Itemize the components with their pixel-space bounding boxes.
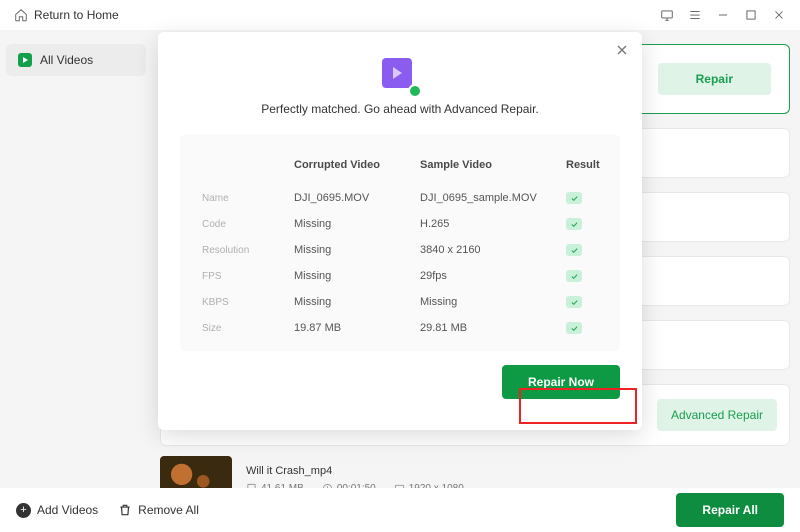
return-home-link[interactable]: Return to Home xyxy=(14,8,119,22)
modal-message: Perfectly matched. Go ahead with Advance… xyxy=(180,102,620,116)
topbar: Return to Home xyxy=(0,0,800,30)
cell-result xyxy=(566,270,606,282)
check-icon xyxy=(566,192,582,204)
cell-result xyxy=(566,296,606,308)
check-icon xyxy=(566,322,582,334)
cell-result xyxy=(566,218,606,230)
table-row: KBPS Missing Missing xyxy=(202,289,598,315)
cell-corrupted: DJI_0695.MOV xyxy=(294,192,414,204)
column-header-sample: Sample Video xyxy=(420,159,560,171)
home-icon xyxy=(14,8,28,22)
repair-now-button[interactable]: Repair Now xyxy=(502,365,620,399)
cell-corrupted: 19.87 MB xyxy=(294,322,414,334)
video-title: Will it Crash_mp4 xyxy=(246,465,464,477)
check-icon xyxy=(566,244,582,256)
check-icon xyxy=(566,296,582,308)
video-file-icon xyxy=(382,58,412,88)
cell-sample: 29fps xyxy=(420,270,560,282)
table-row: Name DJI_0695.MOV DJI_0695_sample.MOV xyxy=(202,185,598,211)
cell-sample: DJI_0695_sample.MOV xyxy=(420,192,560,204)
column-header-corrupted: Corrupted Video xyxy=(294,159,414,171)
table-header-row: Corrupted Video Sample Video Result xyxy=(202,152,598,185)
cell-sample: 3840 x 2160 xyxy=(420,244,560,256)
cell-result xyxy=(566,192,606,204)
row-label: KBPS xyxy=(202,297,288,308)
bottom-toolbar: + Add Videos Remove All Repair All xyxy=(0,488,800,532)
add-videos-button[interactable]: + Add Videos xyxy=(16,503,98,518)
trash-icon xyxy=(118,503,132,517)
column-header-result: Result xyxy=(566,159,606,171)
cell-corrupted: Missing xyxy=(294,270,414,282)
cell-result xyxy=(566,322,606,334)
row-label: Size xyxy=(202,323,288,334)
cell-corrupted: Missing xyxy=(294,296,414,308)
row-label: Resolution xyxy=(202,245,288,256)
table-row: Size 19.87 MB 29.81 MB xyxy=(202,315,598,341)
advanced-repair-button[interactable]: Advanced Repair xyxy=(657,399,777,431)
check-icon xyxy=(566,218,582,230)
table-row: FPS Missing 29fps xyxy=(202,263,598,289)
close-icon[interactable] xyxy=(772,8,786,22)
remove-all-button[interactable]: Remove All xyxy=(118,503,199,517)
maximize-icon[interactable] xyxy=(744,8,758,22)
feedback-icon[interactable] xyxy=(660,8,674,22)
row-label: FPS xyxy=(202,271,288,282)
table-row: Resolution Missing 3840 x 2160 xyxy=(202,237,598,263)
modal-icon xyxy=(382,58,418,94)
sidebar: All Videos xyxy=(6,44,146,76)
sidebar-item-all-videos[interactable]: All Videos xyxy=(6,44,146,76)
cell-corrupted: Missing xyxy=(294,218,414,230)
cell-corrupted: Missing xyxy=(294,244,414,256)
cell-sample: H.265 xyxy=(420,218,560,230)
cell-result xyxy=(566,244,606,256)
check-icon xyxy=(566,270,582,282)
modal-close-button[interactable] xyxy=(614,42,630,58)
return-home-label: Return to Home xyxy=(34,8,119,22)
comparison-table: Corrupted Video Sample Video Result Name… xyxy=(180,134,620,351)
menu-icon[interactable] xyxy=(688,8,702,22)
repair-button[interactable]: Repair xyxy=(658,63,771,95)
window-controls xyxy=(660,8,786,22)
advanced-repair-modal: Perfectly matched. Go ahead with Advance… xyxy=(158,32,642,430)
check-badge-icon xyxy=(408,84,422,98)
minimize-icon[interactable] xyxy=(716,8,730,22)
cell-sample: Missing xyxy=(420,296,560,308)
plus-icon: + xyxy=(16,503,31,518)
sidebar-item-label: All Videos xyxy=(40,53,93,67)
play-icon xyxy=(18,53,32,67)
row-label: Code xyxy=(202,219,288,230)
row-label: Name xyxy=(202,193,288,204)
cell-sample: 29.81 MB xyxy=(420,322,560,334)
repair-all-button[interactable]: Repair All xyxy=(676,493,784,527)
table-row: Code Missing H.265 xyxy=(202,211,598,237)
